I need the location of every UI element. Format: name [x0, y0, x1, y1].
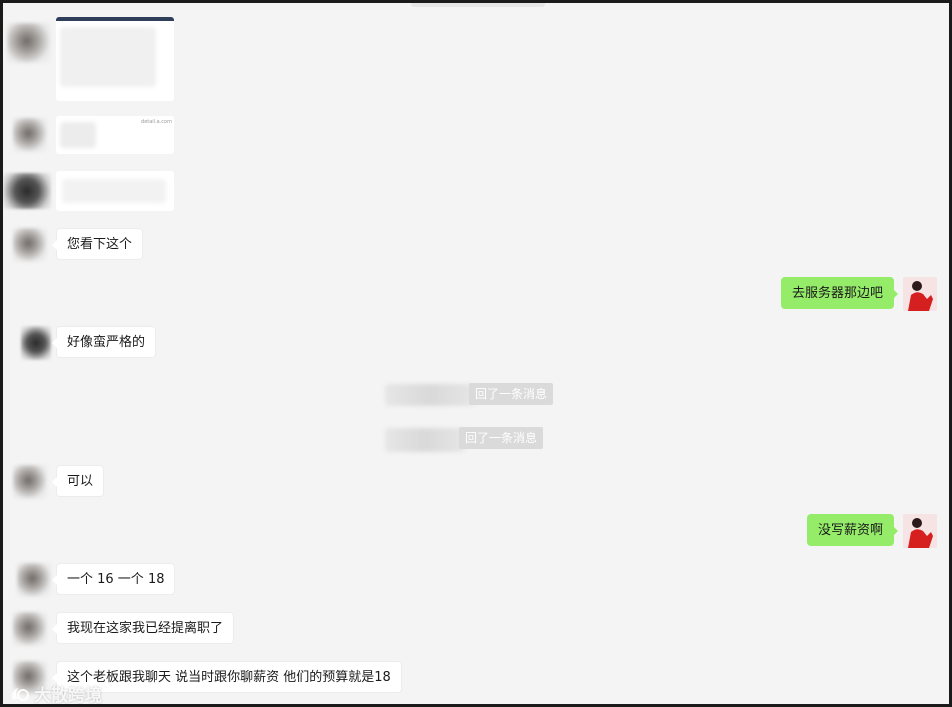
message-bubble-incoming[interactable]: 好像蛮严格的 [51, 326, 157, 358]
avatar[interactable] [3, 173, 51, 209]
watermark-logo-icon [11, 687, 29, 701]
system-notice: 回了一条消息 [469, 383, 554, 405]
avatar[interactable] [13, 612, 47, 646]
avatar[interactable] [21, 326, 51, 360]
image-message[interactable] [56, 17, 174, 101]
my-avatar[interactable] [903, 277, 937, 311]
redacted-name [385, 428, 465, 452]
redacted-name [385, 384, 475, 406]
avatar[interactable] [13, 118, 47, 152]
redacted-content [60, 27, 156, 87]
message-bubble-outgoing[interactable]: 没写薪资啊 [806, 514, 899, 546]
image-message[interactable] [56, 171, 174, 211]
person-icon [903, 277, 937, 311]
message-bubble-incoming[interactable]: 一个 16 一个 18 [51, 563, 176, 595]
watermark-text: 大散跨境 [34, 686, 102, 706]
system-notice: 回了一条消息 [459, 427, 544, 449]
my-avatar[interactable] [903, 514, 937, 548]
load-more-indicator[interactable] [411, 3, 545, 7]
message-bubble-outgoing[interactable]: 去服务器那边吧 [780, 277, 899, 309]
message-bubble-incoming[interactable]: 我现在这家我已经提离职了 [51, 612, 235, 644]
person-icon [903, 514, 937, 548]
image-hint-text: detail.a.com [141, 119, 172, 125]
message-bubble-incoming[interactable]: 您看下这个 [51, 228, 144, 260]
redacted-content [62, 179, 166, 203]
watermark: 大散跨境 [9, 681, 102, 706]
image-header-bar [56, 17, 174, 21]
avatar[interactable] [7, 23, 51, 63]
image-message[interactable]: detail.a.com [56, 116, 174, 154]
avatar[interactable] [13, 228, 47, 262]
redacted-content [60, 122, 96, 148]
avatar[interactable] [17, 563, 51, 597]
chat-window: detail.a.com 您看下这个 去服务器那边吧 好像蛮严格的 回了一条消息… [0, 0, 952, 707]
message-bubble-incoming[interactable]: 这个老板跟我聊天 说当时跟你聊薪资 他们的预算就是18 [52, 661, 402, 693]
message-bubble-incoming[interactable]: 可以 [51, 465, 105, 497]
avatar[interactable] [13, 465, 47, 499]
